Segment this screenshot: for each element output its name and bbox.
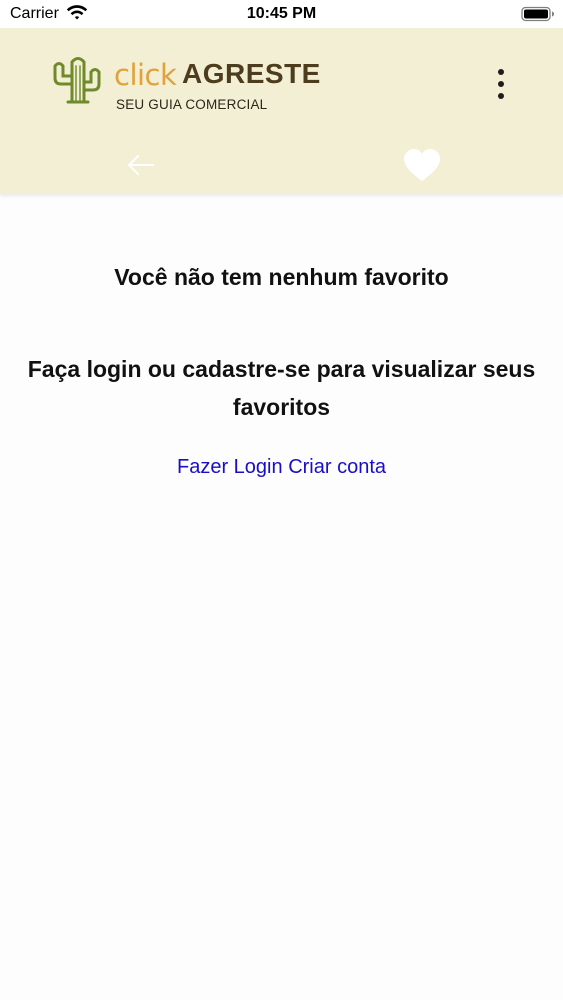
logo-agreste-text: AGRESTE (182, 58, 321, 89)
status-time: 10:45 PM (246, 5, 317, 22)
arrow-left-icon (128, 155, 154, 175)
empty-favorites-title: Você não tem nenhum favorito (114, 264, 449, 290)
app-header: click AGRESTE SEU GUIA COMERCIAL (0, 28, 563, 194)
more-vertical-icon-dot (498, 93, 504, 99)
more-vertical-icon-dot (498, 81, 504, 87)
back-button[interactable] (124, 148, 158, 182)
login-prompt-text: Faça login ou cadastre-se para visualiza… (27, 356, 536, 420)
logo-click-text: click (114, 58, 177, 92)
status-bar: Carrier 10:45 PM (0, 0, 563, 28)
auth-links: Fazer Login Criar conta (0, 456, 563, 479)
cactus-icon (52, 54, 104, 109)
battery-icon (521, 6, 555, 27)
app-logo: click AGRESTE SEU GUIA COMERCIAL (52, 54, 320, 116)
logo-tagline: SEU GUIA COMERCIAL (116, 97, 268, 112)
favorites-button[interactable] (402, 148, 442, 184)
signup-link[interactable]: Criar conta (288, 456, 386, 478)
heart-icon (404, 149, 440, 181)
more-menu-button[interactable] (486, 64, 516, 104)
login-link[interactable]: Fazer Login (177, 456, 283, 478)
more-vertical-icon (498, 69, 504, 75)
